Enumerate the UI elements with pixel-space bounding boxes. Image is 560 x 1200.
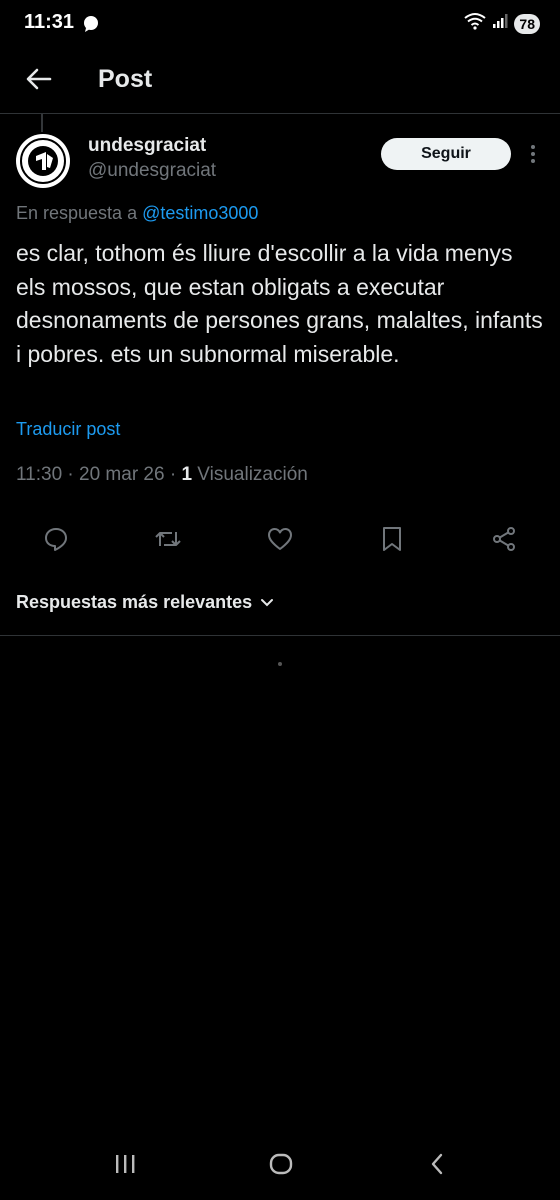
arrow-left-icon <box>26 68 52 90</box>
like-icon <box>268 528 292 550</box>
loading-indicator <box>278 662 282 666</box>
signal-icon <box>492 13 508 34</box>
thread-line <box>41 114 43 132</box>
views-label: Visualización <box>192 464 308 485</box>
avatar[interactable] <box>16 134 70 188</box>
author-display-name[interactable]: undesgraciat <box>88 135 206 157</box>
status-time: 11:31 <box>24 11 75 33</box>
header: Post <box>0 48 560 114</box>
repost-icon <box>155 532 181 546</box>
recents-icon <box>116 1155 135 1173</box>
page-title: Post <box>98 65 153 93</box>
repost-button[interactable] <box>153 524 183 554</box>
status-bar: 11:31 78 <box>0 0 560 48</box>
views-count: 1 <box>181 464 193 485</box>
post-text: es clar, tothom és lliure d'escollir a l… <box>16 240 543 367</box>
system-nav-bar <box>0 1134 560 1200</box>
home-icon <box>269 1153 293 1175</box>
back-button[interactable] <box>22 62 56 96</box>
follow-button[interactable]: Seguir <box>381 138 511 170</box>
author-handle[interactable]: @undesgraciat <box>88 160 216 182</box>
reply-context: En respuesta a @testimo3000 <box>16 203 258 224</box>
reply-icon <box>45 528 67 551</box>
share-button[interactable] <box>489 524 519 554</box>
reply-prefix: En respuesta a <box>16 203 138 223</box>
action-bar <box>0 520 560 560</box>
chevron-down-icon <box>261 598 274 606</box>
bookmark-icon <box>383 527 401 551</box>
chat-bubble-icon <box>82 15 100 38</box>
recents-button[interactable] <box>105 1144 145 1184</box>
reply-button[interactable] <box>41 524 71 554</box>
like-button[interactable] <box>265 524 295 554</box>
home-button[interactable] <box>261 1144 301 1184</box>
more-options-button[interactable] <box>522 140 544 168</box>
reply-mention-link[interactable]: @testimo3000 <box>142 203 258 223</box>
back-icon <box>431 1153 443 1175</box>
divider <box>0 635 560 636</box>
replies-sort-dropdown[interactable]: Respuestas más relevantes <box>16 592 274 613</box>
post-meta: 11:30 · 20 mar 26 · 1 Visualización <box>16 464 308 486</box>
wifi-icon <box>464 12 487 35</box>
share-icon <box>493 527 515 551</box>
more-vertical-icon <box>531 145 535 163</box>
replies-sort-label: Respuestas más relevantes <box>16 592 253 612</box>
battery-icon: 78 <box>514 13 540 34</box>
bookmark-button[interactable] <box>377 524 407 554</box>
system-back-button[interactable] <box>417 1144 457 1184</box>
translate-post-link[interactable]: Traducir post <box>16 419 120 440</box>
post-timestamp: 11:30 · 20 mar 26 · <box>16 464 182 485</box>
